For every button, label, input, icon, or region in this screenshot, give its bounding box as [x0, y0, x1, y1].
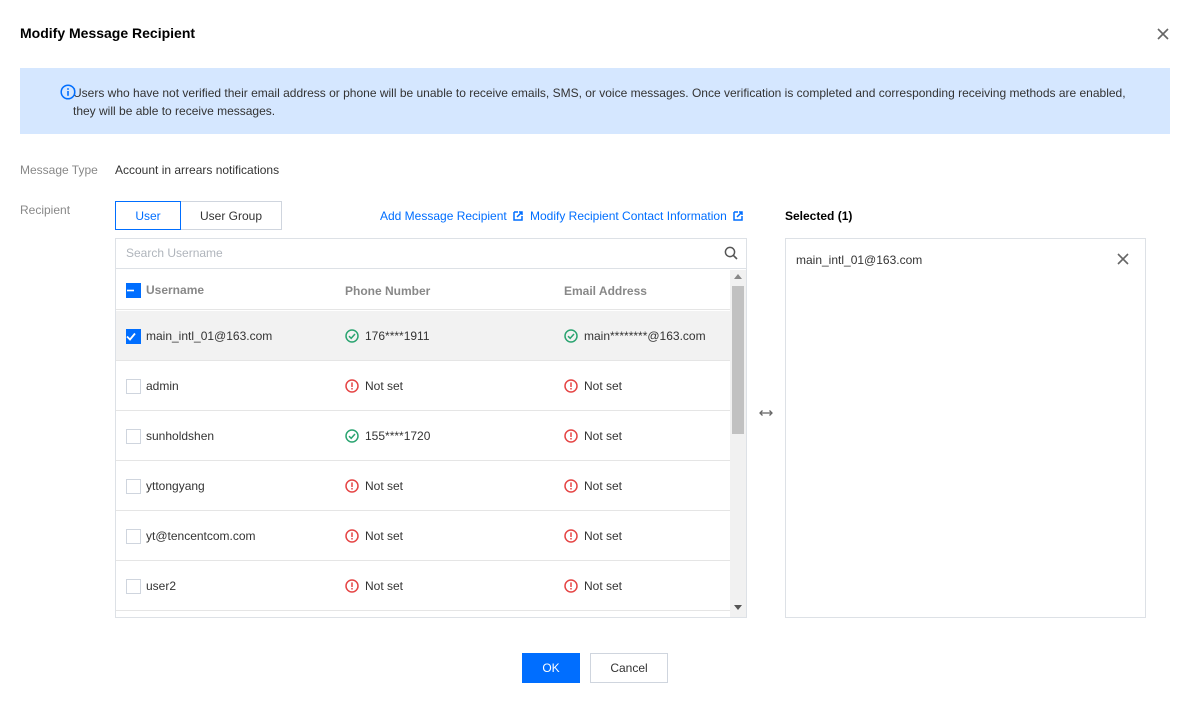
username-text: yttongyang — [146, 479, 205, 493]
table-row[interactable]: user2 Not set Not set — [116, 561, 730, 611]
ok-button[interactable]: OK — [522, 653, 580, 683]
phone-text: 176****1911 — [365, 329, 430, 343]
not-set-warning-icon — [564, 379, 578, 393]
add-message-recipient-label: Add Message Recipient — [380, 209, 507, 223]
email-text: Not set — [584, 529, 623, 543]
row-checkbox[interactable] — [126, 528, 141, 544]
username-cell: yttongyang — [126, 461, 205, 511]
email-cell: main********@163.com — [564, 311, 706, 361]
table-row[interactable]: sunholdshen 155****1720 Not set — [116, 411, 730, 461]
email-text: main********@163.com — [584, 329, 706, 343]
message-type-value: Account in arrears notifications — [115, 163, 280, 177]
message-type-label: Message Type — [20, 163, 98, 177]
username-text: user2 — [146, 579, 177, 593]
row-checkbox[interactable] — [126, 428, 141, 444]
not-set-warning-icon — [564, 579, 578, 593]
user-table-panel: Username Phone Number Email Address main… — [115, 238, 747, 618]
table-row[interactable]: main_intl_01@163.com 176****1911 main*****… — [116, 311, 730, 361]
not-set-warning-icon — [345, 379, 359, 393]
email-text: Not set — [584, 429, 623, 443]
username-text: admin — [146, 379, 179, 393]
selected-panel: main_intl_01@163.com — [785, 238, 1146, 618]
phone-cell: Not set — [345, 561, 403, 611]
username-cell: user2 — [126, 561, 176, 611]
dialog-title: Modify Message Recipient — [20, 25, 196, 41]
username-text: sunholdshen — [146, 429, 215, 443]
header-username: Username — [126, 270, 204, 310]
header-phone-number: Phone Number — [345, 284, 431, 298]
table-row[interactable]: yt@tencentcom.com Not set Not set — [116, 511, 730, 561]
email-text: Not set — [584, 579, 623, 593]
email-cell: Not set — [564, 511, 622, 561]
row-checkbox[interactable] — [126, 578, 141, 594]
info-icon — [60, 84, 76, 100]
selected-item: main_intl_01@163.com — [796, 253, 923, 267]
not-set-warning-icon — [345, 579, 359, 593]
username-cell: main_intl_01@163.com — [125, 311, 273, 361]
email-cell: Not set — [564, 361, 622, 411]
table-row[interactable]: admin Not set Not set — [116, 361, 730, 411]
username-text: yt@tencentcom.com — [146, 529, 256, 543]
modify-contact-info-link[interactable]: Modify Recipient Contact Information — [530, 209, 743, 223]
email-cell: Not set — [564, 411, 622, 461]
external-link-icon — [513, 211, 523, 221]
phone-text: Not set — [365, 529, 404, 543]
phone-text: Not set — [365, 479, 404, 493]
not-set-warning-icon — [345, 479, 359, 493]
table-header: Username Phone Number Email Address — [116, 270, 730, 310]
header-username-label: Username — [146, 283, 205, 297]
username-cell: sunholdshen — [126, 411, 214, 461]
username-cell: admin — [126, 361, 179, 411]
cancel-button[interactable]: Cancel — [590, 653, 668, 683]
email-text: Not set — [584, 379, 623, 393]
scroll-thumb[interactable] — [732, 286, 744, 434]
username-text: main_intl_01@163.com — [146, 329, 273, 343]
tab-user[interactable]: User — [115, 201, 181, 230]
add-message-recipient-link[interactable]: Add Message Recipient — [380, 209, 523, 223]
search-icon[interactable] — [724, 246, 738, 260]
phone-cell: Not set — [345, 361, 403, 411]
info-notice: Users who have not verified their email … — [20, 68, 1170, 134]
close-icon[interactable] — [1155, 26, 1171, 42]
selected-title: Selected (1) — [785, 209, 853, 223]
remove-selected-icon[interactable] — [1116, 252, 1130, 266]
scroll-down-icon[interactable] — [734, 605, 742, 611]
verified-check-icon — [345, 429, 359, 443]
not-set-warning-icon — [564, 479, 578, 493]
not-set-warning-icon — [345, 529, 359, 543]
phone-cell: 155****1720 — [345, 411, 430, 461]
search-bar — [116, 239, 746, 269]
transfer-arrows-icon — [759, 410, 773, 416]
scroll-up-icon[interactable] — [734, 273, 742, 279]
email-text: Not set — [584, 479, 623, 493]
phone-text: Not set — [365, 579, 404, 593]
email-cell: Not set — [564, 461, 622, 511]
phone-cell: Not set — [345, 511, 403, 561]
phone-cell: 176****1911 — [345, 311, 430, 361]
notice-text: Users who have not verified their email … — [73, 86, 1126, 118]
modify-contact-info-label: Modify Recipient Contact Information — [530, 209, 727, 223]
verified-check-icon — [564, 329, 578, 343]
select-all-checkbox[interactable] — [126, 282, 141, 298]
table-scrollbar[interactable] — [730, 270, 746, 617]
verified-check-icon — [345, 329, 359, 343]
tab-user-group[interactable]: User Group — [180, 201, 282, 230]
external-link-icon — [733, 211, 743, 221]
phone-text: 155****1720 — [365, 429, 431, 443]
not-set-warning-icon — [564, 429, 578, 443]
username-cell: yt@tencentcom.com — [126, 511, 256, 561]
phone-text: Not set — [365, 379, 404, 393]
row-checkbox[interactable] — [126, 478, 141, 494]
email-cell: Not set — [564, 561, 622, 611]
recipient-label: Recipient — [20, 203, 71, 217]
row-checkbox[interactable] — [126, 378, 141, 394]
not-set-warning-icon — [564, 529, 578, 543]
header-email-address: Email Address — [564, 284, 647, 298]
search-input[interactable] — [126, 239, 716, 267]
phone-cell: Not set — [345, 461, 403, 511]
table-row[interactable]: yttongyang Not set Not set — [116, 461, 730, 511]
row-checkbox[interactable] — [125, 328, 141, 344]
